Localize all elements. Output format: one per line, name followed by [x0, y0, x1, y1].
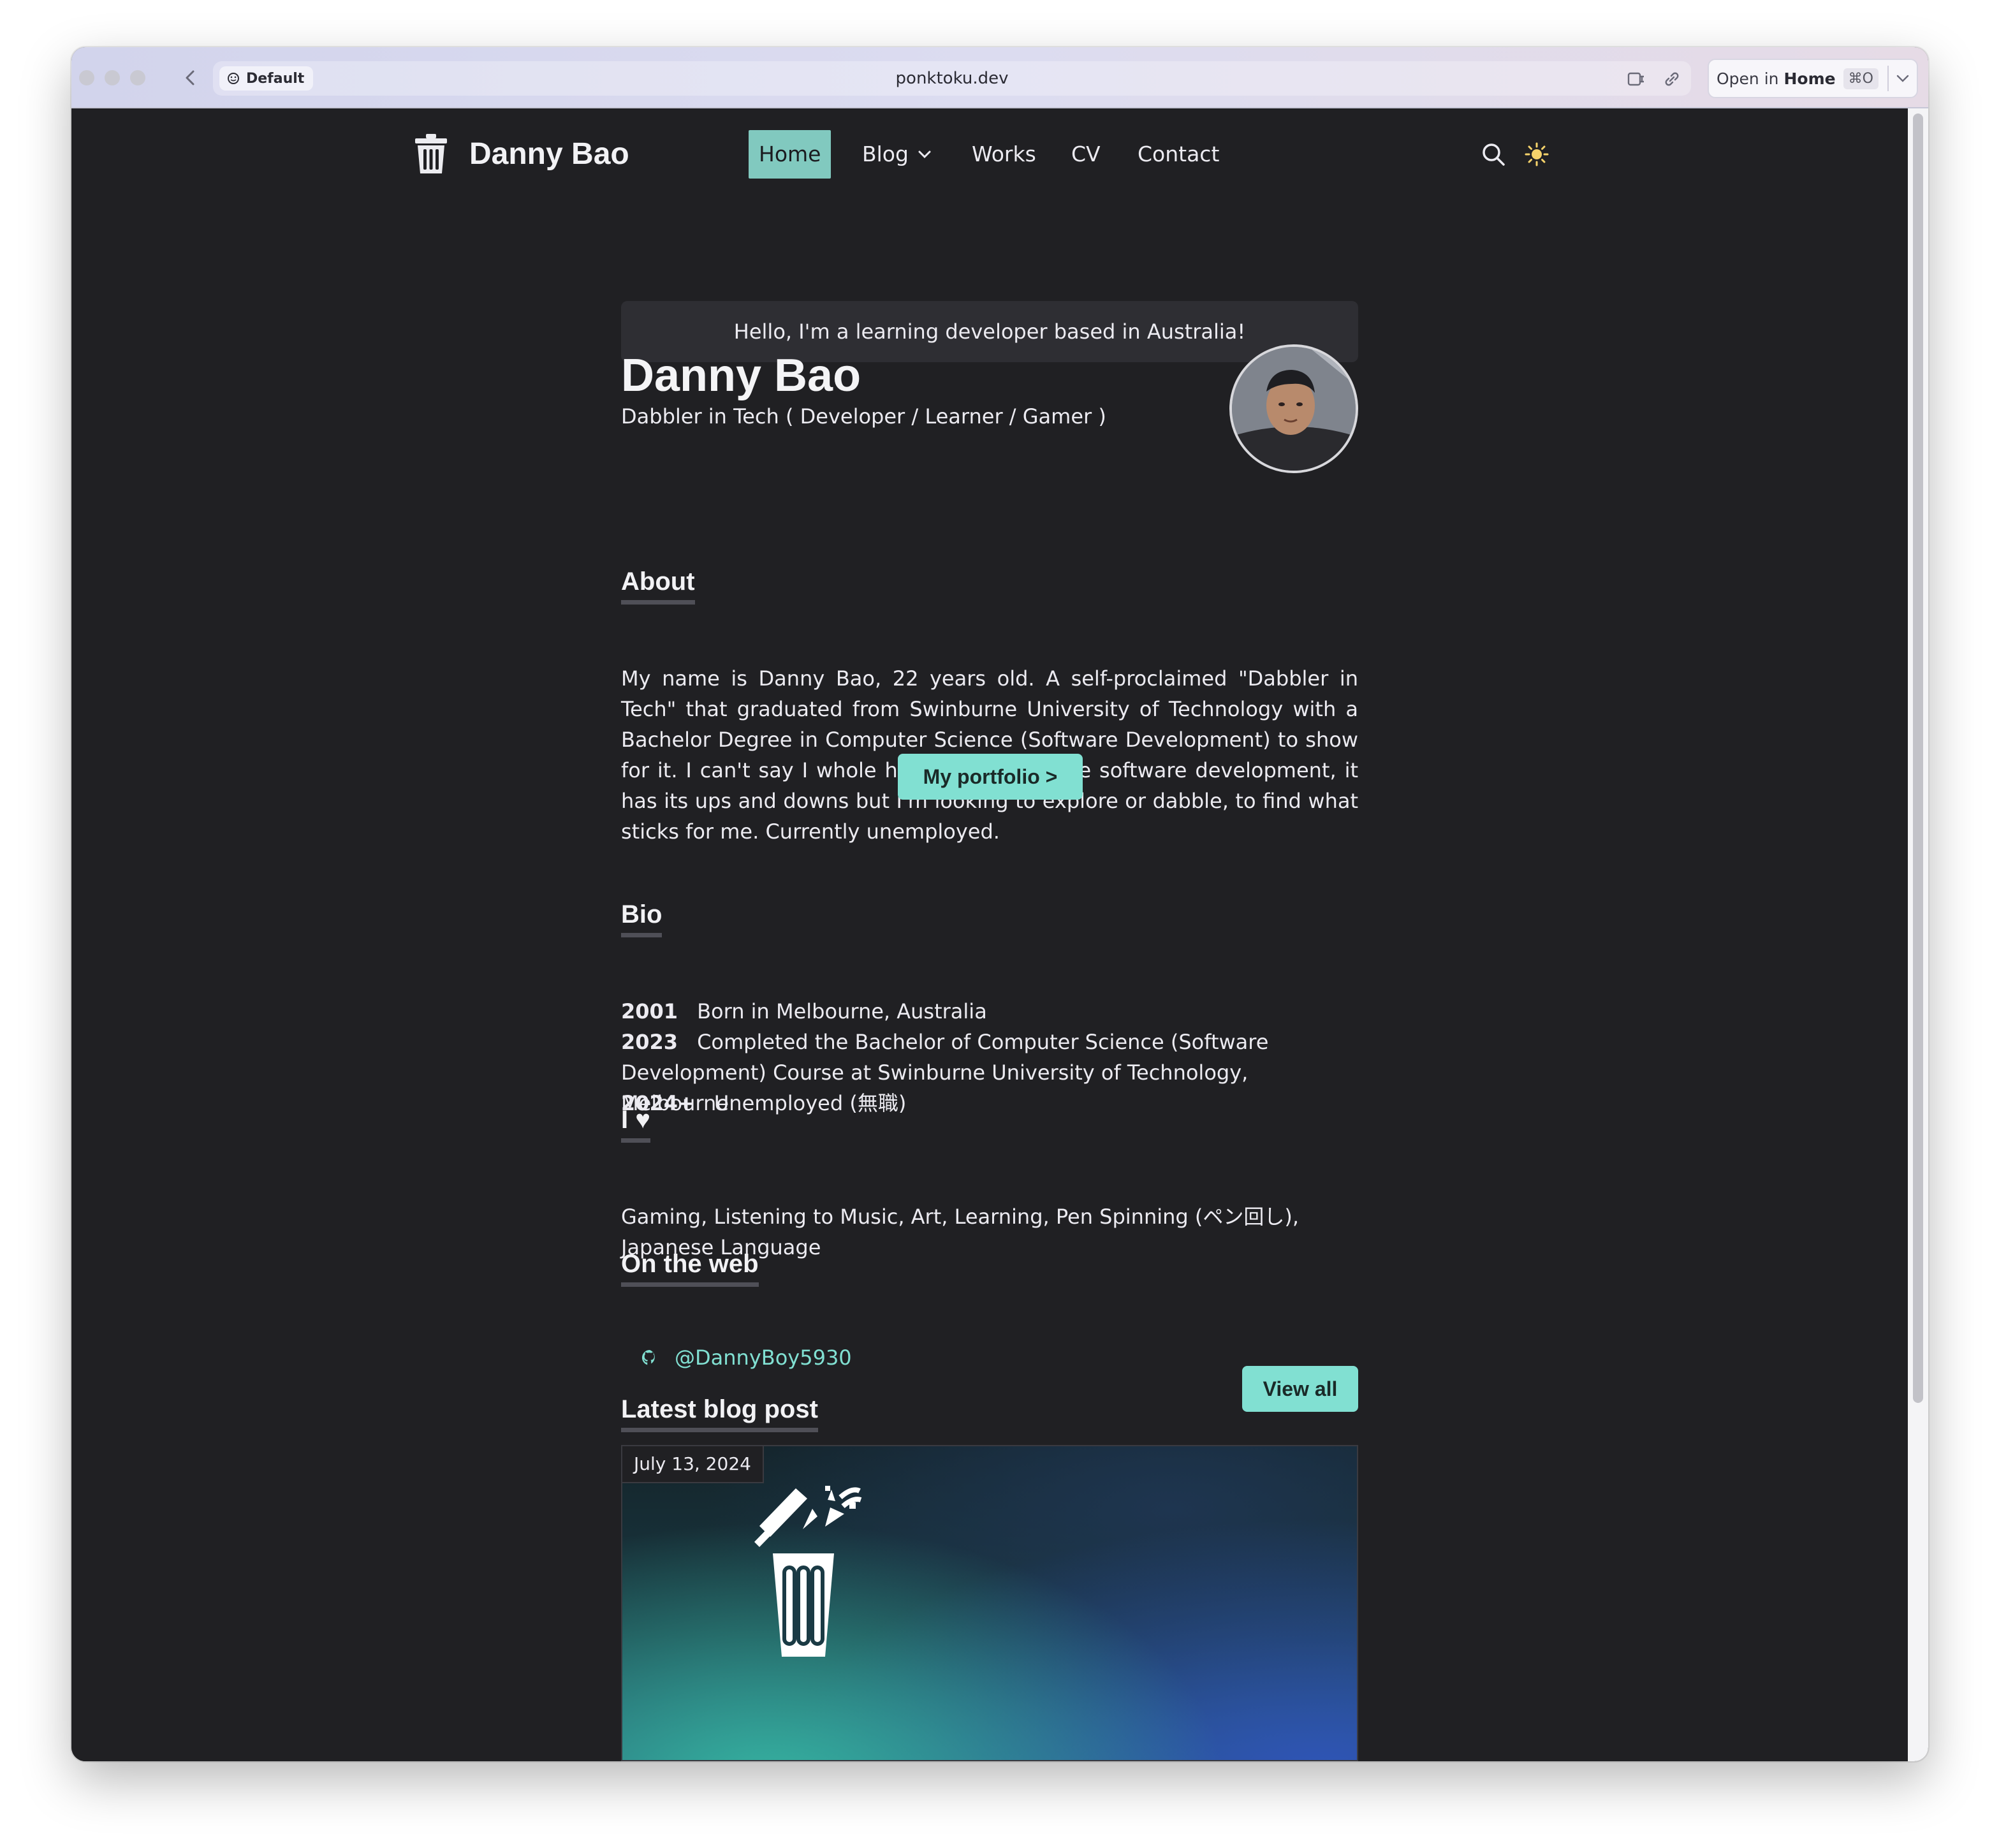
minimize-window-button[interactable]: [105, 70, 120, 85]
zoom-window-button[interactable]: [130, 70, 145, 85]
nav-cv[interactable]: CV: [1071, 130, 1101, 179]
bio-text: Born in Melbourne, Australia: [697, 999, 987, 1023]
avatar: [1229, 344, 1358, 473]
portfolio-button[interactable]: My portfolio >: [898, 754, 1083, 800]
site-nav: Danny Bao Home Blog Works CV Contact: [71, 108, 1908, 195]
avatar-photo: [1232, 347, 1356, 471]
address-bar[interactable]: Default ponktoku.dev: [213, 61, 1691, 96]
open-in-target: Home: [1783, 69, 1836, 88]
bio-entry: 2024+ Unemployed (無職): [621, 1088, 1358, 1118]
open-menu-chevron-icon[interactable]: [1889, 74, 1917, 83]
search-icon: [1483, 143, 1505, 166]
github-link[interactable]: @DannyBoy5930: [640, 1346, 852, 1370]
close-window-button[interactable]: [79, 70, 94, 85]
nav-home[interactable]: Home: [749, 130, 831, 179]
chevron-down-icon: [918, 150, 931, 159]
trash-can-logo-icon: [415, 134, 447, 173]
bio-heading: Bio: [621, 900, 663, 937]
theme-toggle-button[interactable]: [1523, 140, 1551, 168]
page-title: Danny Bao: [621, 350, 861, 401]
bio-year: 2001: [621, 999, 678, 1023]
bio-entry: 2001 Born in Melbourne, Australia: [621, 996, 1358, 1027]
bio-year: 2023: [621, 1030, 678, 1054]
about-heading: About: [621, 568, 695, 605]
reader-mode-icon[interactable]: [1626, 69, 1646, 89]
github-handle: @DannyBoy5930: [675, 1346, 852, 1370]
bio-text: Unemployed (無職): [714, 1091, 907, 1115]
nav-blog[interactable]: Blog: [862, 130, 932, 179]
scrollbar-thumb[interactable]: [1913, 114, 1923, 1403]
interests-heading: I ♥: [621, 1106, 650, 1143]
sun-icon: [1525, 142, 1549, 166]
copy-link-icon[interactable]: [1662, 69, 1682, 89]
github-icon: [641, 1350, 655, 1365]
search-button[interactable]: [1479, 140, 1507, 168]
nav-contact[interactable]: Contact: [1138, 130, 1219, 179]
back-chevron-icon: [186, 70, 194, 85]
nav-works[interactable]: Works: [972, 130, 1036, 179]
page-subtitle: Dabbler in Tech ( Developer / Learner / …: [621, 404, 1106, 429]
open-shortcut: ⌘O: [1843, 68, 1878, 89]
blog-post-thumbnail: [754, 1486, 862, 1657]
url-text[interactable]: ponktoku.dev: [213, 61, 1691, 96]
open-in-app-button[interactable]: Open in Home ⌘O: [1708, 59, 1918, 98]
latest-blog-heading: Latest blog post: [621, 1395, 818, 1432]
on-the-web-heading: On the web: [621, 1250, 759, 1287]
brand-name: Danny Bao: [469, 136, 629, 171]
blog-post-card[interactable]: July 13, 2024: [621, 1445, 1358, 1761]
page-scrollbar[interactable]: [1908, 108, 1928, 1761]
browser-window: Default ponktoku.dev Open in Home ⌘O Dan…: [71, 47, 1928, 1761]
view-all-button[interactable]: View all: [1242, 1366, 1358, 1412]
back-button[interactable]: [176, 64, 204, 92]
brand-link[interactable]: Danny Bao: [413, 133, 629, 175]
browser-titlebar: Default ponktoku.dev Open in Home ⌘O: [71, 47, 1928, 108]
nav-blog-label: Blog: [862, 142, 909, 166]
open-in-prefix: Open in: [1717, 69, 1784, 88]
page-content: Danny Bao Home Blog Works CV Contact Hel…: [71, 108, 1908, 1761]
